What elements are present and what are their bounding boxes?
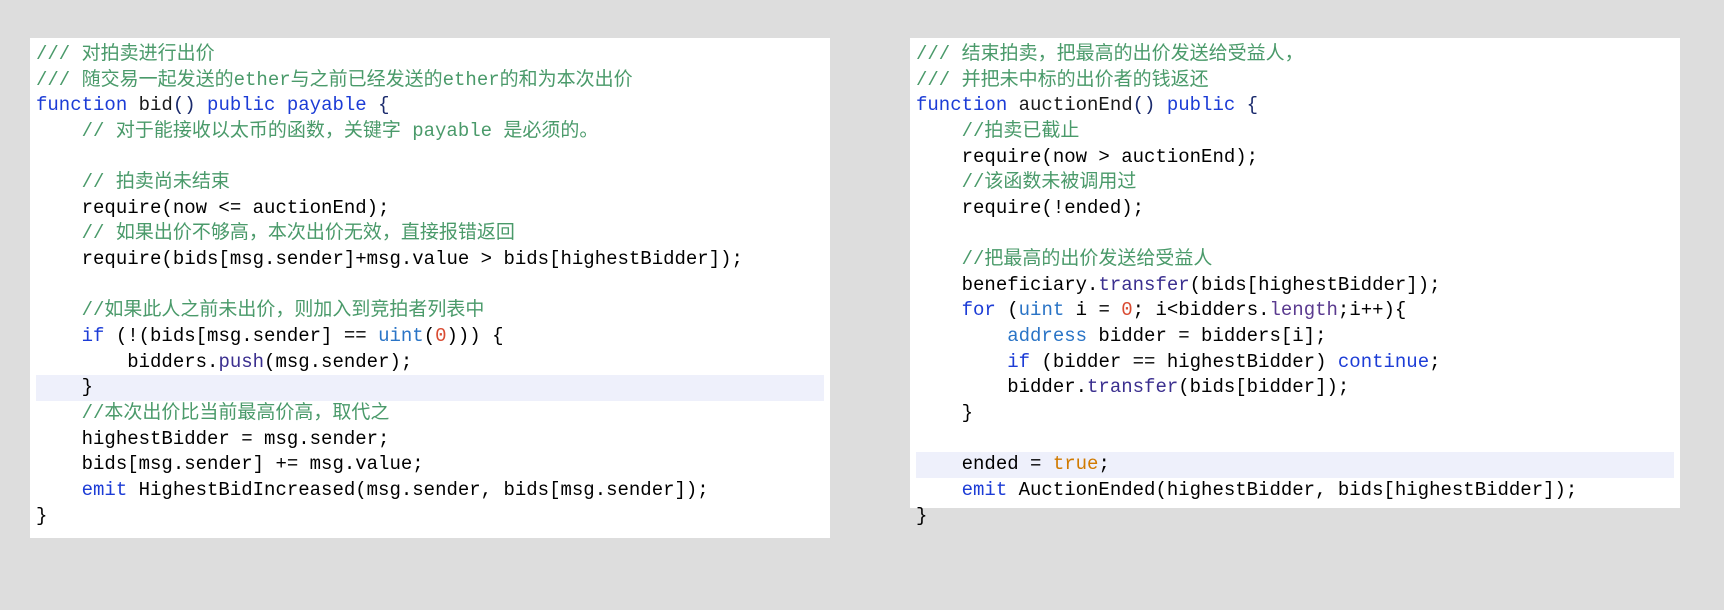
code-line: emit AuctionEnded(highestBidder, bids[hi… — [916, 479, 1577, 501]
code-block-auction-end-function: /// 结束拍卖，把最高的出价发送给受益人， /// 并把未中标的出价者的钱返还… — [910, 38, 1680, 508]
keyword-for: for — [916, 299, 996, 321]
code-text: bidder = bidders[i]; — [1087, 325, 1326, 347]
code-text: (bidder == highestBidder) — [1030, 351, 1338, 373]
punct: ( — [424, 325, 435, 347]
code-line: // 拍卖尚未结束 — [36, 171, 230, 193]
code-line: require(bids[msg.sender]+msg.value > bid… — [36, 248, 743, 270]
brace: { — [367, 94, 390, 116]
brace: { — [1235, 94, 1258, 116]
number: 0 — [1121, 299, 1132, 321]
code-line: require(!ended); — [916, 197, 1144, 219]
keyword-function: function — [916, 94, 1007, 116]
code-line: // 对于能接收以太币的函数，关键字 payable 是必须的。 — [36, 120, 598, 142]
type-uint: uint — [1019, 299, 1065, 321]
code-line: function auctionEnd() public { — [916, 94, 1258, 116]
type-address: address — [916, 325, 1087, 347]
code-text: bidder. — [916, 376, 1087, 398]
method-transfer: transfer — [1098, 274, 1189, 296]
code-line: //拍卖已截止 — [916, 120, 1079, 142]
identifier: bid — [127, 94, 173, 116]
code-line: address bidder = bidders[i]; — [916, 325, 1326, 347]
page-root: /// 对拍卖进行出价 /// 随交易一起发送的ether与之前已经发送的eth… — [0, 0, 1724, 610]
code-text: (!(bids[msg.sender] == — [104, 325, 378, 347]
code-line: /// 结束拍卖，把最高的出价发送给受益人， — [916, 43, 1304, 65]
code-line: bidder.transfer(bids[bidder]); — [916, 376, 1349, 398]
literal-true: true — [1053, 453, 1099, 475]
code-line: if (bidder == highestBidder) continue; — [916, 351, 1441, 373]
code-text: (msg.sender); — [264, 351, 412, 373]
code-line: } — [916, 505, 927, 527]
code-line: } — [916, 402, 973, 424]
member-length: length — [1270, 299, 1338, 321]
code-line: /// 并把未中标的出价者的钱返还 — [916, 69, 1209, 91]
code-line-highlighted: } — [36, 375, 824, 401]
code-text: ( — [996, 299, 1019, 321]
code-text: (bids[highestBidder]); — [1190, 274, 1441, 296]
code-line: beneficiary.transfer(bids[highestBidder]… — [916, 274, 1441, 296]
code-line: /// 随交易一起发送的ether与之前已经发送的ether的和为本次出价 — [36, 69, 633, 91]
code-block-bid-function: /// 对拍卖进行出价 /// 随交易一起发送的ether与之前已经发送的eth… — [30, 38, 830, 538]
number: 0 — [435, 325, 446, 347]
keyword-emit: emit — [916, 479, 1007, 501]
code-line: emit HighestBidIncreased(msg.sender, bid… — [36, 479, 709, 501]
code-text: HighestBidIncreased(msg.sender, bids[msg… — [127, 479, 709, 501]
code-line: //把最高的出价发送给受益人 — [916, 248, 1212, 270]
identifier: auctionEnd — [1007, 94, 1132, 116]
code-line: //如果此人之前未出价，则加入到竞拍者列表中 — [36, 299, 484, 321]
code-line: highestBidder = msg.sender; — [36, 428, 389, 450]
punct: ; — [1429, 351, 1440, 373]
code-text: beneficiary. — [916, 274, 1098, 296]
code-line: bids[msg.sender] += msg.value; — [36, 453, 424, 475]
keyword-if: if — [36, 325, 104, 347]
type-uint: uint — [378, 325, 424, 347]
code-line: require(now <= auctionEnd); — [36, 197, 389, 219]
code-line: //该函数未被调用过 — [916, 171, 1136, 193]
code-text: bidders. — [36, 351, 218, 373]
code-line: if (!(bids[msg.sender] == uint(0))) { — [36, 325, 504, 347]
code-text: ;i++){ — [1338, 299, 1406, 321]
code-line: for (uint i = 0; i<bidders.length;i++){ — [916, 299, 1406, 321]
code-line: //本次出价比当前最高价高，取代之 — [36, 402, 389, 424]
keyword-public: public — [1155, 94, 1235, 116]
code-text: ))) { — [447, 325, 504, 347]
keyword-if: if — [916, 351, 1030, 373]
keyword-emit: emit — [36, 479, 127, 501]
code-line: /// 对拍卖进行出价 — [36, 43, 215, 65]
keyword-function: function — [36, 94, 127, 116]
code-line: bidders.push(msg.sender); — [36, 351, 412, 373]
code-text: i = — [1064, 299, 1121, 321]
keyword-continue: continue — [1338, 351, 1429, 373]
code-text: (bids[bidder]); — [1178, 376, 1349, 398]
punct: () — [1133, 94, 1156, 116]
method-push: push — [218, 351, 264, 373]
code-line: function bid() public payable { — [36, 94, 390, 116]
keyword-public: public — [196, 94, 276, 116]
method-transfer: transfer — [1087, 376, 1178, 398]
code-text: AuctionEnded(highestBidder, bids[highest… — [1007, 479, 1577, 501]
code-line: } — [36, 505, 47, 527]
code-line-highlighted: ended = true; — [916, 452, 1674, 478]
code-text: ; i<bidders. — [1133, 299, 1270, 321]
code-line: // 如果出价不够高，本次出价无效，直接报错返回 — [36, 222, 515, 244]
code-text: ended = — [916, 453, 1053, 475]
punct: () — [173, 94, 196, 116]
code-line: require(now > auctionEnd); — [916, 146, 1258, 168]
punct: ; — [1098, 453, 1109, 475]
keyword-payable: payable — [275, 94, 366, 116]
